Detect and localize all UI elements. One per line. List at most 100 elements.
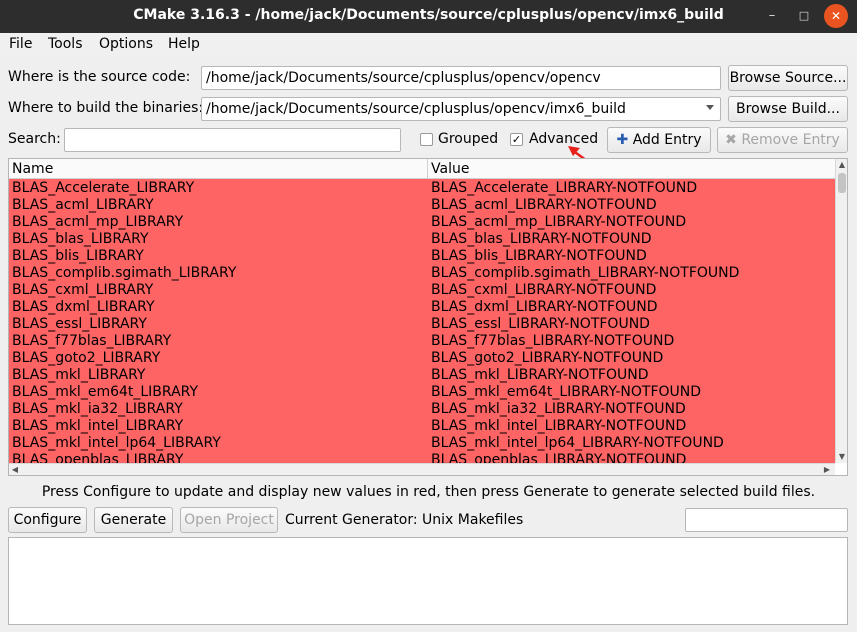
table-row[interactable]: BLAS_blas_LIBRARY BLAS_blas_LIBRARY-NOTFO… — [9, 231, 835, 248]
maximize-icon[interactable]: □ — [792, 4, 816, 28]
table-body: BLAS_Accelerate_LIBRARY BLAS_Accelerate_L… — [9, 179, 835, 463]
output-log[interactable] — [8, 537, 848, 625]
source-path-input[interactable]: /home/jack/Documents/source/cplusplus/op… — [201, 66, 721, 90]
horizontal-scrollbar[interactable]: ◀ ▶ — [9, 463, 835, 475]
scrollbar-thumb[interactable] — [838, 173, 846, 193]
menu-help[interactable]: Help — [168, 36, 200, 52]
cell-name: BLAS_blis_LIBRARY — [12, 248, 144, 264]
browse-source-button[interactable]: Browse Source... — [728, 65, 848, 91]
menu-options[interactable]: Options — [99, 36, 153, 52]
cell-name: BLAS_mkl_intel_lp64_LIBRARY — [12, 435, 221, 451]
scroll-right-icon[interactable]: ▶ — [821, 464, 833, 475]
cell-name: BLAS_mkl_LIBRARY — [12, 367, 146, 383]
cell-value[interactable]: BLAS_essl_LIBRARY-NOTFOUND — [431, 316, 650, 333]
table-row[interactable]: BLAS_blis_LIBRARY BLAS_blis_LIBRARY-NOTFO… — [9, 248, 835, 265]
current-generator: Current Generator: Unix Makefiles — [285, 512, 524, 528]
cell-value[interactable]: BLAS_mkl_intel_LIBRARY-NOTFOUND — [431, 418, 686, 435]
cell-name: BLAS_f77blas_LIBRARY — [12, 333, 172, 349]
cell-name: BLAS_essl_LIBRARY — [12, 316, 147, 332]
grouped-label: Grouped — [438, 131, 499, 147]
table-row[interactable]: BLAS_mkl_intel_LIBRARY BLAS_mkl_intel_LIB… — [9, 418, 835, 435]
title-bar: CMake 3.16.3 - /home/jack/Documents/sour… — [0, 0, 857, 33]
cell-name: BLAS_mkl_ia32_LIBRARY — [12, 401, 183, 417]
cell-value[interactable]: BLAS_complib.sgimath_LIBRARY-NOTFOUND — [431, 265, 739, 282]
table-row[interactable]: BLAS_cxml_LIBRARY BLAS_cxml_LIBRARY-NOTFO… — [9, 282, 835, 299]
configure-button[interactable]: Configure — [8, 507, 87, 533]
table-row[interactable]: BLAS_mkl_intel_lp64_LIBRARY BLAS_mkl_inte… — [9, 435, 835, 452]
build-path-value: /home/jack/Documents/source/cplusplus/op… — [206, 101, 626, 117]
search-label: Search: — [8, 131, 61, 147]
minimize-icon[interactable]: – — [760, 4, 784, 28]
cell-name: BLAS_blas_LIBRARY — [12, 231, 149, 247]
table-row[interactable]: BLAS_mkl_LIBRARY BLAS_mkl_LIBRARY-NOTFOUN… — [9, 367, 835, 384]
cell-name: BLAS_mkl_em64t_LIBRARY — [12, 384, 199, 400]
grouped-checkbox[interactable] — [420, 133, 433, 146]
cell-value[interactable]: BLAS_cxml_LIBRARY-NOTFOUND — [431, 282, 656, 299]
column-divider[interactable] — [427, 159, 428, 179]
add-entry-button[interactable]: ✚ Add Entry — [607, 127, 711, 153]
generate-button[interactable]: Generate — [94, 507, 173, 533]
scroll-up-icon[interactable]: ▲ — [836, 159, 847, 171]
source-label: Where is the source code: — [8, 69, 191, 85]
cell-value[interactable]: BLAS_Accelerate_LIBRARY-NOTFOUND — [431, 180, 697, 197]
cell-value[interactable]: BLAS_mkl_em64t_LIBRARY-NOTFOUND — [431, 384, 701, 401]
cell-value[interactable]: BLAS_blas_LIBRARY-NOTFOUND — [431, 231, 652, 248]
table-row[interactable]: BLAS_acml_LIBRARY BLAS_acml_LIBRARY-NOTFO… — [9, 197, 835, 214]
build-path-combo[interactable]: /home/jack/Documents/source/cplusplus/op… — [201, 97, 721, 121]
build-label: Where to build the binaries: — [8, 100, 204, 116]
table-row[interactable]: BLAS_goto2_LIBRARY BLAS_goto2_LIBRARY-NOT… — [9, 350, 835, 367]
table-row[interactable]: BLAS_acml_mp_LIBRARY BLAS_acml_mp_LIBRARY… — [9, 214, 835, 231]
cell-name: BLAS_acml_LIBRARY — [12, 197, 154, 213]
table-row[interactable]: BLAS_dxml_LIBRARY BLAS_dxml_LIBRARY-NOTFO… — [9, 299, 835, 316]
cell-value[interactable]: BLAS_blis_LIBRARY-NOTFOUND — [431, 248, 647, 265]
cell-name: BLAS_mkl_intel_LIBRARY — [12, 418, 184, 434]
remove-entry-label: Remove Entry — [741, 132, 840, 148]
close-icon[interactable]: ✕ — [824, 4, 848, 28]
open-project-button[interactable]: Open Project — [180, 507, 278, 533]
table-row[interactable]: BLAS_mkl_em64t_LIBRARY BLAS_mkl_em64t_LIB… — [9, 384, 835, 401]
cell-value[interactable]: BLAS_acml_mp_LIBRARY-NOTFOUND — [431, 214, 686, 231]
search-input[interactable] — [64, 128, 401, 152]
window-title: CMake 3.16.3 - /home/jack/Documents/sour… — [133, 7, 724, 23]
cell-value[interactable]: BLAS_openblas_LIBRARY-NOTFOUND — [431, 452, 686, 463]
table-row[interactable]: BLAS_essl_LIBRARY BLAS_essl_LIBRARY-NOTFO… — [9, 316, 835, 333]
cell-name: BLAS_openblas_LIBRARY — [12, 452, 184, 463]
cell-name: BLAS_Accelerate_LIBRARY — [12, 180, 195, 196]
table-row[interactable]: BLAS_openblas_LIBRARY BLAS_openblas_LIBRA… — [9, 452, 835, 463]
status-message: Press Configure to update and display ne… — [41, 484, 816, 500]
cache-table: Name Value BLAS_Accelerate_LIBRARY BLAS_A… — [8, 158, 848, 476]
cell-name: BLAS_acml_mp_LIBRARY — [12, 214, 184, 230]
cell-value[interactable]: BLAS_mkl_ia32_LIBRARY-NOTFOUND — [431, 401, 686, 418]
scroll-down-icon[interactable]: ▼ — [836, 451, 847, 463]
table-row[interactable]: BLAS_f77blas_LIBRARY BLAS_f77blas_LIBRARY… — [9, 333, 835, 350]
scroll-left-icon[interactable]: ◀ — [9, 464, 21, 475]
add-entry-label: Add Entry — [632, 132, 702, 148]
column-header-name[interactable]: Name — [12, 161, 53, 177]
column-header-value[interactable]: Value — [431, 161, 469, 177]
cell-name: BLAS_complib.sgimath_LIBRARY — [12, 265, 237, 281]
advanced-checkbox[interactable]: ✓ — [510, 133, 523, 146]
menu-file[interactable]: File — [9, 36, 32, 52]
cell-value[interactable]: BLAS_acml_LIBRARY-NOTFOUND — [431, 197, 657, 214]
cell-value[interactable]: BLAS_mkl_LIBRARY-NOTFOUND — [431, 367, 649, 384]
plus-icon: ✚ — [616, 132, 629, 148]
table-row[interactable]: BLAS_Accelerate_LIBRARY BLAS_Accelerate_L… — [9, 180, 835, 197]
cell-value[interactable]: BLAS_f77blas_LIBRARY-NOTFOUND — [431, 333, 674, 350]
table-header: Name Value — [9, 159, 835, 179]
vertical-scrollbar[interactable]: ▲ ▼ — [835, 159, 847, 463]
cell-value[interactable]: BLAS_goto2_LIBRARY-NOTFOUND — [431, 350, 663, 367]
cell-value[interactable]: BLAS_dxml_LIBRARY-NOTFOUND — [431, 299, 658, 316]
menu-tools[interactable]: Tools — [48, 36, 83, 52]
remove-icon: ✖ — [725, 132, 737, 148]
table-row[interactable]: BLAS_mkl_ia32_LIBRARY BLAS_mkl_ia32_LIBRA… — [9, 401, 835, 418]
progress-field — [685, 508, 848, 532]
chevron-down-icon[interactable] — [706, 105, 714, 110]
cell-value[interactable]: BLAS_mkl_intel_lp64_LIBRARY-NOTFOUND — [431, 435, 724, 452]
table-row[interactable]: BLAS_complib.sgimath_LIBRARY BLAS_complib… — [9, 265, 835, 282]
browse-build-button[interactable]: Browse Build... — [728, 96, 848, 122]
menu-bar: File Tools Options Help — [0, 33, 857, 57]
cell-name: BLAS_cxml_LIBRARY — [12, 282, 154, 298]
cell-name: BLAS_goto2_LIBRARY — [12, 350, 161, 366]
remove-entry-button[interactable]: ✖ Remove Entry — [717, 127, 848, 153]
cell-name: BLAS_dxml_LIBRARY — [12, 299, 155, 315]
